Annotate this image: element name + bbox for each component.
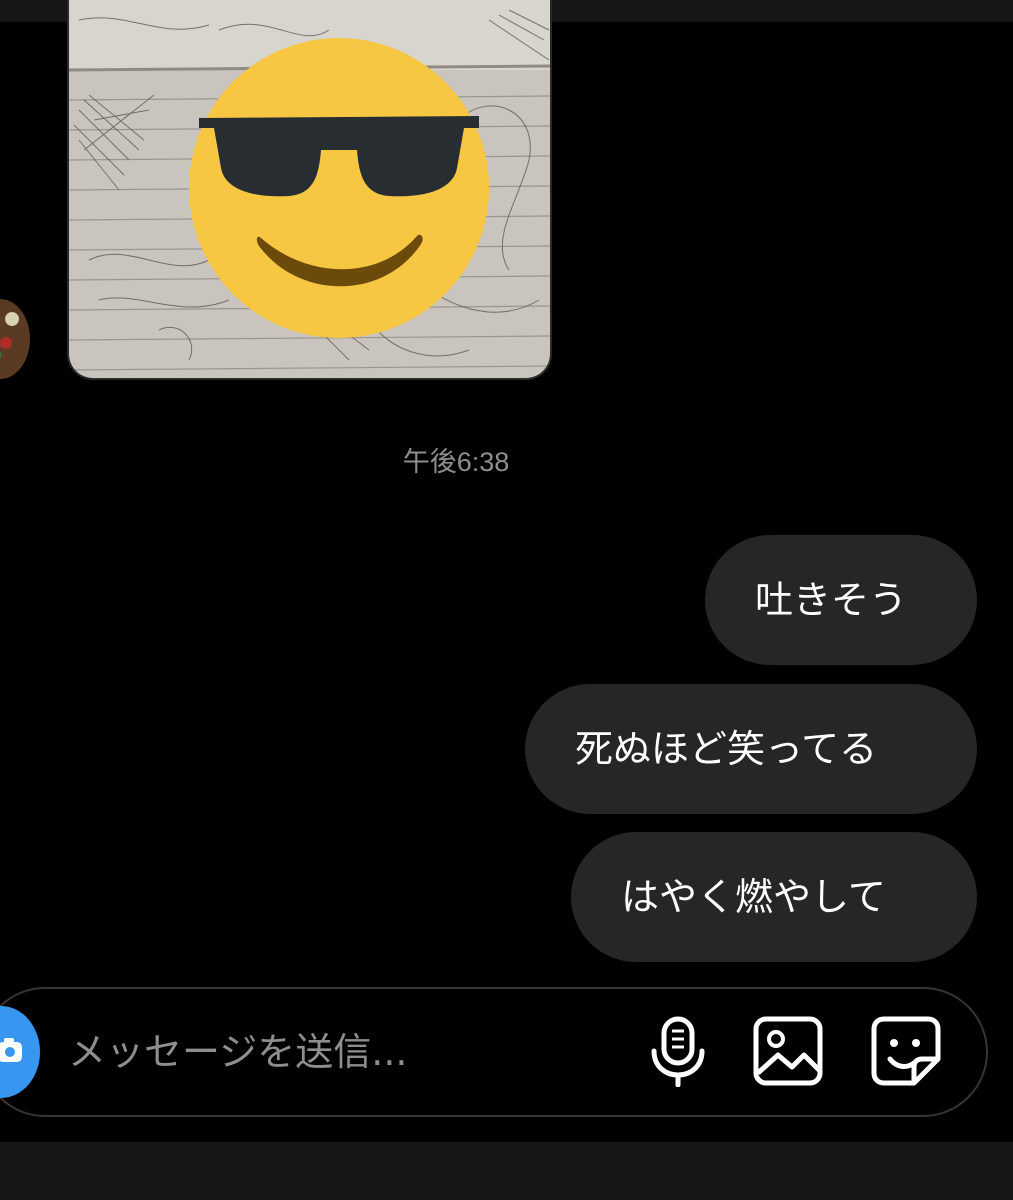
message-text: はやく燃やして xyxy=(621,875,886,919)
message-text: 吐きそう xyxy=(755,578,908,622)
sunglasses-face-icon xyxy=(189,38,489,338)
sticker-icon[interactable] xyxy=(870,1015,942,1087)
message-bubble[interactable]: 吐きそう xyxy=(705,535,977,665)
image-icon[interactable] xyxy=(752,1015,824,1087)
chat-screen: 午後6:38 吐きそう 死ぬほど笑ってる はやく燃やして メッセージを送信... xyxy=(0,0,1013,1200)
camera-icon xyxy=(0,1038,22,1062)
timestamp: 午後6:38 xyxy=(402,447,510,477)
message-input[interactable]: メッセージを送信... xyxy=(68,1026,407,1078)
photo-message[interactable] xyxy=(67,0,552,380)
avatar[interactable] xyxy=(0,299,30,379)
photo-image xyxy=(69,0,550,378)
bottom-bar xyxy=(0,1142,1013,1200)
microphone-icon[interactable] xyxy=(642,1015,714,1087)
message-bubble[interactable]: はやく燃やして xyxy=(571,832,977,962)
message-text: 死ぬほど笑ってる xyxy=(575,727,878,771)
message-bubble[interactable]: 死ぬほど笑ってる xyxy=(525,684,977,814)
